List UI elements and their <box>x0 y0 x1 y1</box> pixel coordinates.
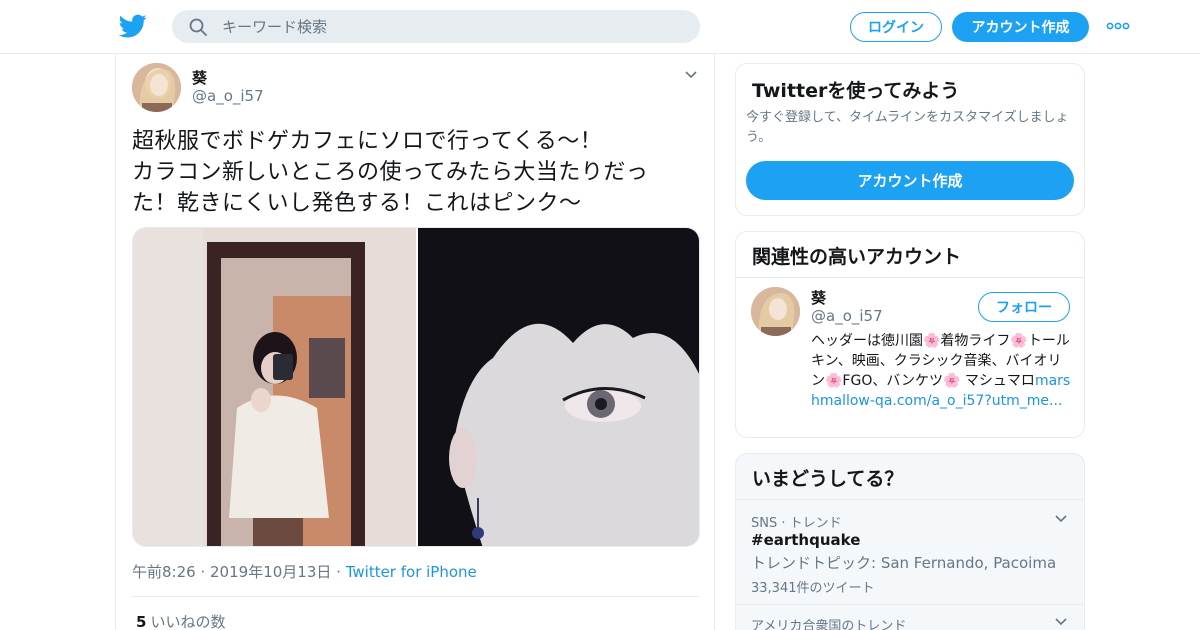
trend-context: SNS · トレンド <box>751 516 842 531</box>
meta-separator: · <box>200 563 211 581</box>
tweet-text: 超秋服でボドゲカフェにソロで行ってくる〜！ カラコン新しいところの使ってみたら大… <box>132 126 692 219</box>
like-stats[interactable]: 5 いいねの数 <box>136 611 225 630</box>
tweet-text-line: 超秋服でボドゲカフェにソロで行ってくる〜！ <box>132 129 603 154</box>
create-account-button[interactable]: アカウント作成 <box>746 161 1074 200</box>
chevron-down-icon[interactable] <box>1054 512 1068 526</box>
related-account-avatar[interactable] <box>751 287 800 336</box>
login-button[interactable]: ログイン <box>850 12 942 42</box>
tweet-detail: 葵 @a_o_i57 超秋服でボドゲカフェにソロで行ってくる〜！ カラコン新しい… <box>115 54 715 630</box>
signup-prompt-card: Twitterを使ってみよう 今すぐ登録して、タイムラインをカスタマイズしましょ… <box>735 63 1085 216</box>
author-handle[interactable]: @a_o_i57 <box>192 87 264 105</box>
more-options-icon[interactable] <box>1106 18 1130 34</box>
tweet-metadata: 午前8:26 · 2019年10月13日 · Twitter for iPhon… <box>132 561 477 582</box>
divider <box>132 596 699 597</box>
author-avatar[interactable] <box>132 63 181 112</box>
meta-separator: · <box>336 563 346 581</box>
related-account-bio: ヘッダーは徳川園🌸着物ライフ🌸トールキン、映画、クラシック音楽、バイオリン🌸FG… <box>811 331 1073 411</box>
signup-button[interactable]: アカウント作成 <box>952 12 1089 42</box>
trend-item[interactable]: アメリカ合衆国のトレンド <box>736 605 1084 630</box>
top-nav-bar: ログイン アカウント作成 <box>0 0 1200 54</box>
trends-card-title: いまどうしてる？ <box>752 468 904 490</box>
chevron-down-icon[interactable] <box>1054 615 1068 629</box>
eye-closeup-photo[interactable] <box>418 228 700 547</box>
trend-context: アメリカ合衆国のトレンド <box>751 619 907 630</box>
tweet-text-line: カラコン新しいところの使ってみたら大当たりだっ <box>132 160 649 185</box>
search-icon <box>189 18 207 36</box>
related-accounts-card: 関連性の高いアカウント 葵 @a_o_i57 フォロー ヘッダーは徳川園🌸着物ラ… <box>735 231 1085 438</box>
tweet-media-grid <box>132 227 700 547</box>
bio-text: ヘッダーは徳川園🌸着物ライフ🌸トールキン、映画、クラシック音楽、バイオリン🌸FG… <box>811 333 1070 389</box>
search-box[interactable] <box>172 10 700 43</box>
related-card-title: 関連性の高いアカウント <box>752 246 962 268</box>
tweet-source-link[interactable]: Twitter for iPhone <box>346 563 477 581</box>
like-label: いいねの数 <box>150 613 226 630</box>
author-name[interactable]: 葵 <box>192 67 207 88</box>
divider <box>736 277 1084 278</box>
tweet-time[interactable]: 午前8:26 <box>132 563 196 581</box>
trends-card: いまどうしてる？ SNS · トレンド #earthquake トレンドトピック… <box>735 453 1085 630</box>
like-count: 5 <box>136 613 147 630</box>
follow-button[interactable]: フォロー <box>978 292 1070 322</box>
tweet-text-line: た！乾きにくいし発色する！これはピンク〜 <box>132 191 582 216</box>
related-account-handle[interactable]: @a_o_i57 <box>811 307 883 325</box>
twitter-bird-logo-icon[interactable] <box>119 12 147 40</box>
search-input[interactable] <box>222 10 682 43</box>
tweet-date[interactable]: 2019年10月13日 <box>210 563 331 581</box>
mirror-selfie-photo[interactable] <box>133 228 416 547</box>
trend-item[interactable]: SNS · トレンド #earthquake トレンドトピック: San Fer… <box>736 500 1084 604</box>
signup-card-title: Twitterを使ってみよう <box>752 80 960 102</box>
trend-tweet-count: 33,341件のツイート <box>751 581 875 596</box>
trend-name[interactable]: #earthquake <box>751 531 860 549</box>
signup-card-description: 今すぐ登録して、タイムラインをカスタマイズしましょう。 <box>746 110 1069 145</box>
trend-topic: トレンドトピック: San Fernando, Pacoima <box>751 554 1057 572</box>
chevron-down-icon[interactable] <box>684 68 698 82</box>
related-account-name[interactable]: 葵 <box>811 287 826 308</box>
